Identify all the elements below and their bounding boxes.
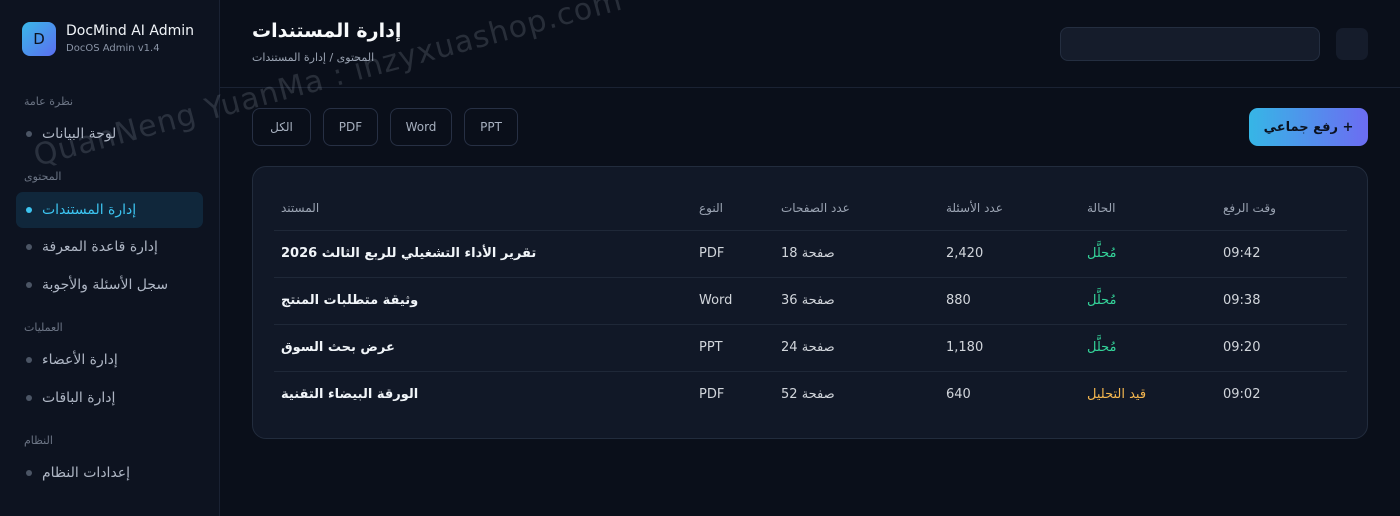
admin-app: D DocMind AI Admin DocOS Admin v1.4 نظرة… xyxy=(0,0,1400,516)
page-title: إدارة المستندات xyxy=(252,20,402,42)
brand-text: DocMind AI Admin DocOS Admin v1.4 xyxy=(66,22,194,56)
upload-time: 09:20 xyxy=(1223,340,1261,355)
document-name: عرض بحث السوق xyxy=(281,340,395,355)
topbar: إدارة المستندات المحتوى / إدارة المستندا… xyxy=(220,0,1400,88)
column-header-questions: عدد الأسئلة xyxy=(946,201,1003,215)
page-count: 18 صفحة xyxy=(781,246,835,261)
column-header-pages: عدد الصفحات xyxy=(781,201,850,215)
sidebar-item-label: سجل الأسئلة والأجوبة xyxy=(42,277,169,293)
sidebar-item-knowledge-base[interactable]: إدارة قاعدة المعرفة xyxy=(16,229,203,265)
status-badge: مُحلَّل xyxy=(1087,246,1117,261)
table-row[interactable]: تقرير الأداء التشغيلي للربع الثالث 2026 … xyxy=(274,230,1347,277)
notification-button[interactable] xyxy=(1336,28,1368,60)
breadcrumb: المحتوى / إدارة المستندات xyxy=(252,51,375,64)
upload-time: 09:02 xyxy=(1223,387,1261,402)
documents-table: المستند النوع عدد الصفحات عدد الأسئلة ال… xyxy=(252,166,1368,439)
sidebar-item-plans[interactable]: إدارة الباقات xyxy=(16,380,203,416)
sidebar-item-documents[interactable]: إدارة المستندات xyxy=(16,192,203,228)
bulk-upload-button[interactable]: رفع جماعي + xyxy=(1249,108,1368,146)
question-count: 2,420 xyxy=(946,246,984,261)
brand-version: DocOS Admin v1.4 xyxy=(66,43,160,54)
page-count: 36 صفحة xyxy=(781,293,835,308)
question-count: 640 xyxy=(946,387,971,402)
document-type: Word xyxy=(699,293,733,308)
upload-time: 09:42 xyxy=(1223,246,1261,261)
table-row[interactable]: عرض بحث السوق PPT 24 صفحة 1,180 مُحلَّل … xyxy=(274,324,1347,371)
search-input[interactable] xyxy=(1060,27,1320,61)
sidebar-item-label: إعدادات النظام xyxy=(42,465,131,481)
upload-time: 09:38 xyxy=(1223,293,1261,308)
document-type: PDF xyxy=(699,246,725,261)
column-header-document: المستند xyxy=(281,201,320,215)
nav-section-content: المحتوى xyxy=(24,170,62,183)
document-type: PDF xyxy=(699,387,725,402)
sidebar-item-settings[interactable]: إعدادات النظام xyxy=(16,455,203,491)
document-type: PPT xyxy=(699,340,723,355)
brand: D DocMind AI Admin DocOS Admin v1.4 xyxy=(22,22,194,56)
nav-section-overview: نظرة عامة xyxy=(24,95,74,108)
column-header-type: النوع xyxy=(699,201,723,215)
sidebar-item-dashboard[interactable]: لوحة البيانات xyxy=(16,116,203,152)
document-name: تقرير الأداء التشغيلي للربع الثالث 2026 xyxy=(281,246,537,261)
question-count: 1,180 xyxy=(946,340,984,355)
document-name: الورقة البيضاء التقنية xyxy=(281,387,419,402)
question-count: 880 xyxy=(946,293,971,308)
filter-word-button[interactable]: Word xyxy=(390,108,452,146)
main-content: إدارة المستندات المحتوى / إدارة المستندا… xyxy=(220,0,1400,516)
page-count: 24 صفحة xyxy=(781,340,835,355)
brand-logo: D xyxy=(22,22,56,56)
status-badge: قيد التحليل xyxy=(1087,387,1147,402)
bullet-icon xyxy=(26,207,32,213)
bullet-icon xyxy=(26,244,32,250)
filter-all-button[interactable]: الكل xyxy=(252,108,311,146)
bullet-icon xyxy=(26,395,32,401)
table-row[interactable]: وثيقة متطلبات المنتج Word 36 صفحة 880 مُ… xyxy=(274,277,1347,324)
sidebar-item-label: إدارة قاعدة المعرفة xyxy=(42,239,158,255)
bullet-icon xyxy=(26,357,32,363)
column-header-upload-time: وقت الرفع xyxy=(1223,201,1276,215)
sidebar-item-members[interactable]: إدارة الأعضاء xyxy=(16,342,203,378)
sidebar-item-label: إدارة الأعضاء xyxy=(42,352,118,368)
page-count: 52 صفحة xyxy=(781,387,835,402)
sidebar-item-qa-log[interactable]: سجل الأسئلة والأجوبة xyxy=(16,267,203,303)
nav-section-operations: العمليات xyxy=(24,321,63,334)
sidebar: D DocMind AI Admin DocOS Admin v1.4 نظرة… xyxy=(0,0,220,516)
bullet-icon xyxy=(26,282,32,288)
status-badge: مُحلَّل xyxy=(1087,293,1117,308)
document-name: وثيقة متطلبات المنتج xyxy=(281,293,419,308)
bullet-icon xyxy=(26,470,32,476)
filter-pdf-button[interactable]: PDF xyxy=(323,108,378,146)
table-row[interactable]: الورقة البيضاء التقنية PDF 52 صفحة 640 ق… xyxy=(274,371,1347,418)
filter-ppt-button[interactable]: PPT xyxy=(464,108,518,146)
status-badge: مُحلَّل xyxy=(1087,340,1117,355)
sidebar-item-label: إدارة المستندات xyxy=(42,202,137,218)
sidebar-item-label: إدارة الباقات xyxy=(42,390,116,406)
sidebar-item-label: لوحة البيانات xyxy=(42,126,117,142)
brand-name: DocMind AI Admin xyxy=(66,23,194,39)
nav-section-system: النظام xyxy=(24,434,53,447)
bullet-icon xyxy=(26,131,32,137)
column-header-status: الحالة xyxy=(1087,201,1116,215)
